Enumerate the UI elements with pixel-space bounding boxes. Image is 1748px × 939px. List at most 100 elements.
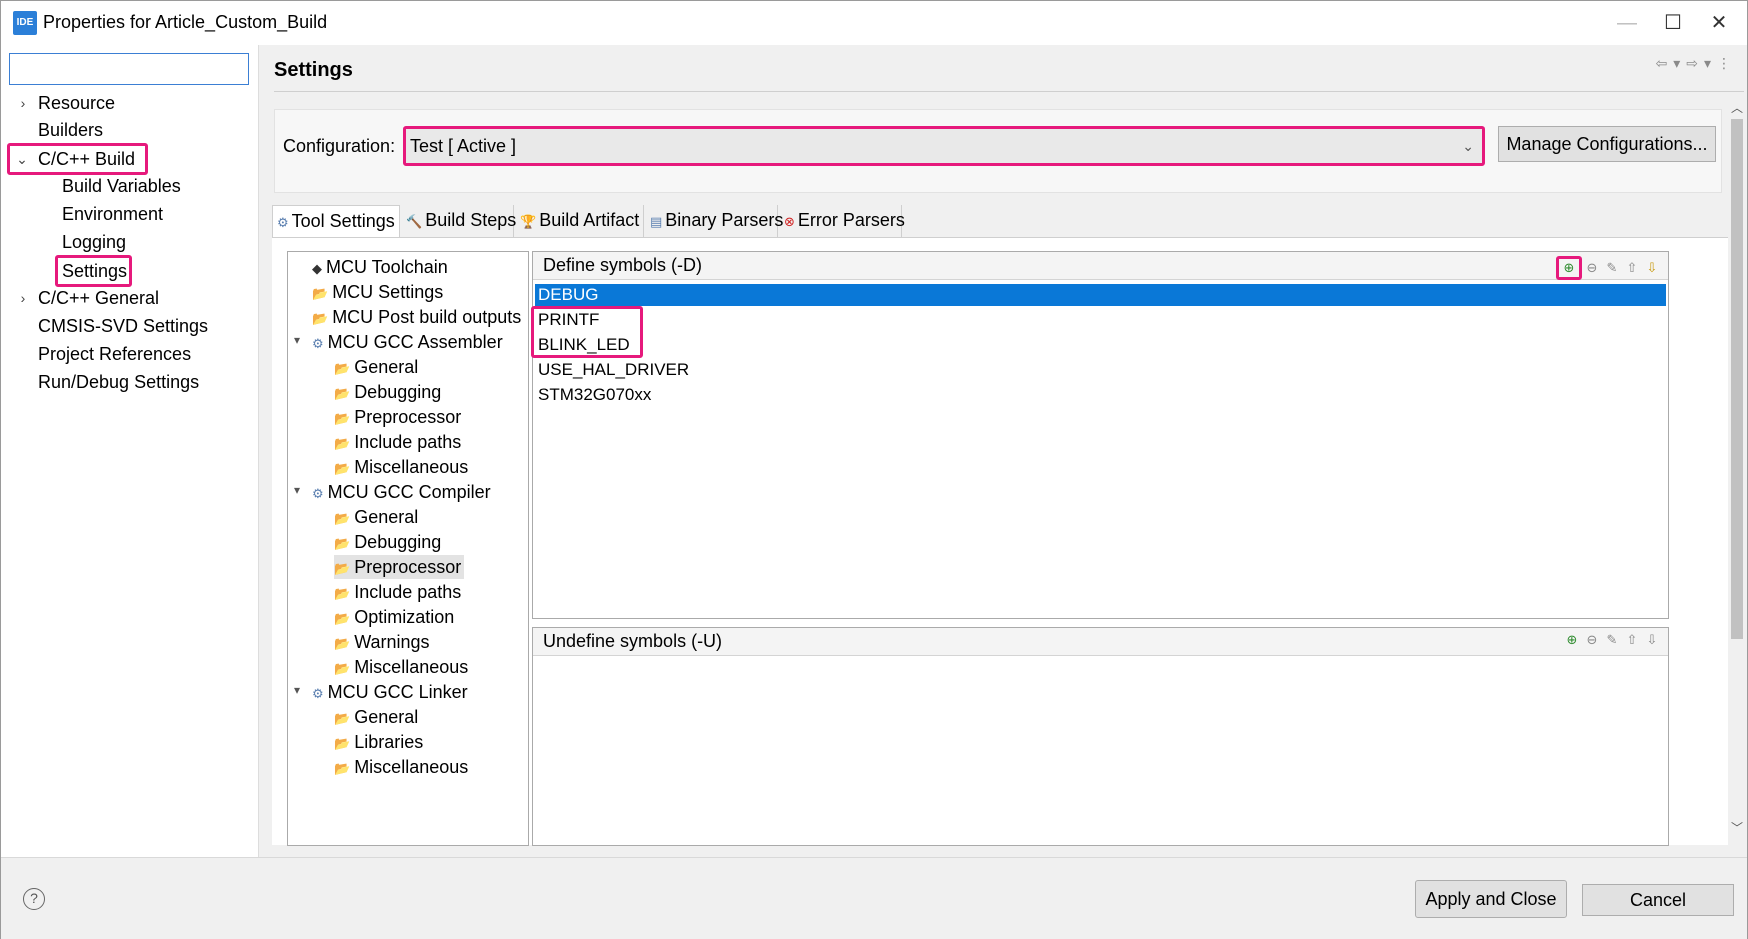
configuration-group: Configuration: Test [ Active ] ⌄ Manage … bbox=[274, 109, 1722, 193]
nav-item-settings[interactable]: Settings bbox=[55, 255, 132, 287]
tree-item-compiler-debugging[interactable]: 📂 Debugging bbox=[334, 530, 441, 554]
tree-item-compiler-optimization[interactable]: 📂 Optimization bbox=[334, 605, 454, 629]
close-button[interactable]: ✕ bbox=[1697, 9, 1741, 37]
filter-input[interactable] bbox=[10, 54, 248, 84]
tree-item-compiler-preprocessor[interactable]: 📂 Preprocessor bbox=[334, 555, 465, 579]
option-category-icon: 📂 bbox=[334, 586, 351, 601]
chevron-right-icon[interactable]: › bbox=[15, 90, 31, 116]
tree-item-linker-miscellaneous[interactable]: 📂 Miscellaneous bbox=[334, 755, 468, 779]
vertical-scrollbar[interactable]: ︿ ﹀ bbox=[1729, 99, 1745, 839]
maximize-button[interactable]: ☐ bbox=[1651, 9, 1695, 37]
tree-item-assembler-include-paths[interactable]: 📂 Include paths bbox=[334, 430, 461, 454]
back-menu-chevron-icon[interactable]: ▾ bbox=[1673, 55, 1686, 71]
toolchain-icon: ◆ bbox=[312, 261, 322, 276]
scroll-up-icon[interactable]: ︿ bbox=[1729, 99, 1745, 116]
list-item[interactable]: BLINK_LED bbox=[535, 334, 1666, 356]
move-up-icon[interactable]: ⇧ bbox=[1622, 260, 1642, 276]
tree-item-compiler-general[interactable]: 📂 General bbox=[334, 505, 418, 529]
tab-label: Error Parsers bbox=[797, 210, 905, 230]
delete-symbol-icon[interactable]: ⊖ bbox=[1582, 632, 1602, 648]
tree-item-mcu-gcc-compiler[interactable]: ⚙ MCU GCC Compiler bbox=[312, 480, 491, 504]
move-down-icon[interactable]: ⇩ bbox=[1642, 260, 1662, 276]
edit-symbol-icon[interactable]: ✎ bbox=[1602, 260, 1622, 276]
tab-error-parsers[interactable]: ⊗ Error Parsers bbox=[780, 205, 905, 237]
tree-item-assembler-miscellaneous[interactable]: 📂 Miscellaneous bbox=[334, 455, 468, 479]
tree-item-mcu-gcc-linker[interactable]: ⚙ MCU GCC Linker bbox=[312, 680, 468, 704]
tree-label: MCU GCC Linker bbox=[327, 682, 468, 702]
chevron-down-icon[interactable]: ⌄ bbox=[14, 146, 30, 172]
tree-item-assembler-general[interactable]: 📂 General bbox=[334, 355, 418, 379]
tree-item-compiler-include-paths[interactable]: 📂 Include paths bbox=[334, 580, 461, 604]
list-item[interactable]: PRINTF bbox=[535, 309, 1666, 331]
list-item[interactable]: STM32G070xx bbox=[535, 384, 1666, 406]
chevron-down-icon[interactable]: ⌄ bbox=[1462, 129, 1474, 163]
tree-item-linker-general[interactable]: 📂 General bbox=[334, 705, 418, 729]
forward-menu-chevron-icon[interactable]: ▾ bbox=[1704, 55, 1717, 71]
move-down-icon[interactable]: ⇩ bbox=[1642, 632, 1662, 648]
tree-label: MCU Post build outputs bbox=[332, 307, 522, 327]
apply-and-close-button[interactable]: Apply and Close bbox=[1415, 880, 1567, 918]
nav-item-logging[interactable]: Logging bbox=[62, 229, 126, 255]
tree-label: General bbox=[354, 707, 419, 727]
nav-item-run-debug-settings[interactable]: Run/Debug Settings bbox=[38, 369, 199, 395]
chevron-down-icon[interactable]: ▾ bbox=[294, 333, 300, 347]
tree-item-compiler-miscellaneous[interactable]: 📂 Miscellaneous bbox=[334, 655, 468, 679]
move-up-icon[interactable]: ⇧ bbox=[1622, 632, 1642, 648]
edit-symbol-icon[interactable]: ✎ bbox=[1602, 632, 1622, 648]
tab-build-artifact[interactable]: 🏆 Build Artifact bbox=[516, 205, 644, 237]
option-category-icon: 📂 bbox=[334, 461, 351, 476]
nav-item-environment[interactable]: Environment bbox=[62, 201, 163, 227]
tree-item-compiler-warnings[interactable]: 📂 Warnings bbox=[334, 630, 430, 654]
manage-configurations-button[interactable]: Manage Configurations... bbox=[1498, 126, 1716, 162]
nav-item-build-variables[interactable]: Build Variables bbox=[62, 173, 181, 199]
scroll-thumb[interactable] bbox=[1731, 119, 1743, 639]
tree-item-mcu-post-build-outputs[interactable]: 📂 MCU Post build outputs bbox=[312, 305, 521, 329]
back-arrow-icon[interactable]: ⇦ bbox=[1655, 55, 1673, 71]
history-nav: ⇦▾⇨▾⋮ bbox=[1655, 55, 1737, 72]
forward-arrow-icon[interactable]: ⇨ bbox=[1686, 55, 1704, 71]
tree-item-mcu-settings[interactable]: 📂 MCU Settings bbox=[312, 280, 443, 304]
nav-item-cmsis-svd-settings[interactable]: CMSIS-SVD Settings bbox=[38, 313, 208, 339]
tree-label: Optimization bbox=[354, 607, 455, 627]
nav-item-cpp-build[interactable]: ⌄ C/C++ Build bbox=[7, 143, 148, 175]
tree-item-mcu-gcc-assembler[interactable]: ⚙ MCU GCC Assembler bbox=[312, 330, 503, 354]
option-category-icon: 📂 bbox=[334, 361, 351, 376]
tree-item-assembler-debugging[interactable]: 📂 Debugging bbox=[334, 380, 441, 404]
delete-symbol-icon[interactable]: ⊖ bbox=[1582, 260, 1602, 276]
tree-item-assembler-preprocessor[interactable]: 📂 Preprocessor bbox=[334, 405, 461, 429]
build-artifact-icon: 🏆 bbox=[520, 214, 537, 229]
cancel-button[interactable]: Cancel bbox=[1582, 884, 1734, 916]
window-title: Properties for Article_Custom_Build bbox=[43, 12, 328, 32]
tab-binary-parsers[interactable]: ▤ Binary Parsers bbox=[646, 205, 783, 237]
nav-item-project-references[interactable]: Project References bbox=[38, 341, 191, 367]
tool-settings-icon: ⚙ bbox=[277, 215, 289, 230]
tree-item-mcu-toolchain[interactable]: ◆ MCU Toolchain bbox=[312, 255, 448, 279]
chevron-down-icon[interactable]: ▾ bbox=[294, 683, 300, 697]
define-symbols-title: Define symbols (-D) bbox=[543, 255, 703, 275]
tab-tool-settings[interactable]: ⚙ Tool Settings bbox=[272, 205, 400, 237]
scroll-down-icon[interactable]: ﹀ bbox=[1729, 819, 1745, 836]
list-item[interactable]: DEBUG bbox=[535, 284, 1666, 306]
filter-field[interactable] bbox=[9, 53, 249, 85]
tool-icon: ⚙ bbox=[312, 336, 324, 351]
nav-item-builders[interactable]: Builders bbox=[38, 117, 103, 143]
chevron-right-icon[interactable]: › bbox=[15, 285, 31, 311]
add-symbol-icon[interactable]: ⊕ bbox=[1556, 256, 1582, 280]
tab-build-steps[interactable]: 🔨 Build Steps bbox=[402, 205, 516, 237]
chevron-down-icon[interactable]: ▾ bbox=[294, 483, 300, 497]
undefine-symbols-title: Undefine symbols (-U) bbox=[543, 631, 723, 651]
tree-label: MCU GCC Assembler bbox=[327, 332, 503, 352]
undefine-symbols-toolbar: ⊕ ⊖ ✎ ⇧ ⇩ bbox=[1562, 632, 1662, 648]
tree-item-linker-libraries[interactable]: 📂 Libraries bbox=[334, 730, 423, 754]
help-icon[interactable]: ? bbox=[23, 888, 45, 910]
printf-blink-highlight bbox=[531, 306, 643, 358]
minimize-button[interactable]: — bbox=[1605, 9, 1649, 37]
configuration-select[interactable]: Test [ Active ] ⌄ bbox=[403, 126, 1485, 166]
option-category-icon: 📂 bbox=[334, 386, 351, 401]
view-menu-icon[interactable]: ⋮ bbox=[1717, 55, 1737, 71]
add-symbol-icon[interactable]: ⊕ bbox=[1562, 632, 1582, 648]
option-category-icon: 📂 bbox=[334, 536, 351, 551]
ide-app-icon: IDE bbox=[13, 11, 37, 35]
option-category-icon: 📂 bbox=[334, 436, 351, 451]
list-item[interactable]: USE_HAL_DRIVER bbox=[535, 359, 1666, 381]
